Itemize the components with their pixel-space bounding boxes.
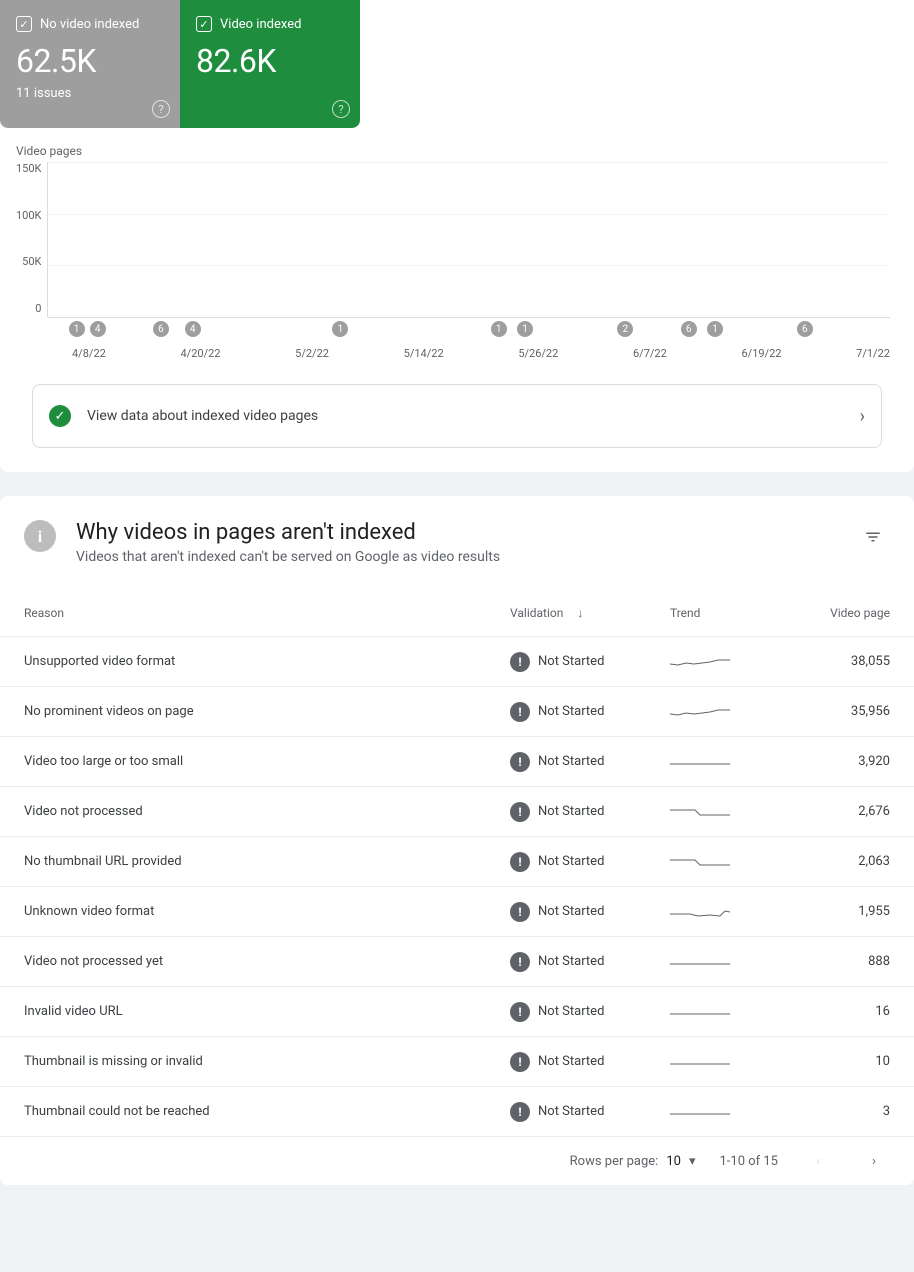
trend-cell: [670, 1002, 790, 1022]
reason-cell: Invalid video URL: [24, 1004, 510, 1019]
reason-cell: Video not processed: [24, 804, 510, 819]
pages-cell: 16: [790, 1004, 890, 1019]
trend-cell: [670, 952, 790, 972]
chevron-right-icon: ›: [860, 406, 865, 427]
table-row[interactable]: Video not processed yet ! Not Started 88…: [0, 937, 914, 987]
validation-cell: ! Not Started: [510, 702, 670, 722]
validation-cell: ! Not Started: [510, 902, 670, 922]
not-started-icon: !: [510, 652, 530, 672]
column-reason[interactable]: Reason: [24, 606, 510, 620]
pages-cell: 2,676: [790, 804, 890, 819]
stat-value: 62.5K: [16, 42, 164, 80]
page-range: 1-10 of 15: [719, 1154, 778, 1169]
trend-cell: [670, 802, 790, 822]
help-icon[interactable]: ?: [152, 100, 170, 118]
trend-cell: [670, 702, 790, 722]
column-pages[interactable]: Video page: [790, 606, 890, 620]
stat-issues: 11 issues: [16, 86, 164, 101]
action-text: View data about indexed video pages: [87, 408, 844, 424]
table-row[interactable]: Unknown video format ! Not Started 1,955: [0, 887, 914, 937]
pages-cell: 38,055: [790, 654, 890, 669]
checkbox-icon: ✓: [196, 16, 212, 32]
stat-value: 82.6K: [196, 42, 344, 80]
rows-per-page-label: Rows per page:: [570, 1154, 659, 1169]
reason-cell: Thumbnail could not be reached: [24, 1104, 510, 1119]
info-icon: i: [24, 520, 56, 552]
not-started-icon: !: [510, 752, 530, 772]
chart-bars: [47, 162, 890, 317]
pages-cell: 888: [790, 954, 890, 969]
column-trend[interactable]: Trend: [670, 606, 790, 620]
pages-cell: 1,955: [790, 904, 890, 919]
reason-cell: No prominent videos on page: [24, 704, 510, 719]
not-started-icon: !: [510, 902, 530, 922]
table-row[interactable]: Video not processed ! Not Started 2,676: [0, 787, 914, 837]
check-circle-icon: ✓: [49, 405, 71, 427]
prev-page-button[interactable]: ‹: [802, 1145, 834, 1177]
column-validation[interactable]: Validation ↓: [510, 606, 670, 620]
trend-cell: [670, 1102, 790, 1122]
table-row[interactable]: No prominent videos on page ! Not Starte…: [0, 687, 914, 737]
checkbox-icon: ✓: [16, 16, 32, 32]
reason-cell: Video too large or too small: [24, 754, 510, 769]
section-title: Why videos in pages aren't indexed: [76, 520, 836, 545]
reason-cell: Unknown video format: [24, 904, 510, 919]
validation-cell: ! Not Started: [510, 752, 670, 772]
stat-card-no-video[interactable]: ✓ No video indexed 62.5K 11 issues ?: [0, 0, 180, 128]
table-row[interactable]: Unsupported video format ! Not Started 3…: [0, 637, 914, 687]
dropdown-icon[interactable]: ▾: [689, 1154, 696, 1169]
validation-cell: ! Not Started: [510, 952, 670, 972]
pages-cell: 2,063: [790, 854, 890, 869]
table-row[interactable]: Video too large or too small ! Not Start…: [0, 737, 914, 787]
not-started-icon: !: [510, 702, 530, 722]
stat-label: Video indexed: [220, 17, 301, 32]
next-page-button[interactable]: ›: [858, 1145, 890, 1177]
pages-cell: 3,920: [790, 754, 890, 769]
chart-markers: 14641112616: [16, 321, 890, 339]
validation-cell: ! Not Started: [510, 852, 670, 872]
trend-cell: [670, 852, 790, 872]
table-row[interactable]: Thumbnail is missing or invalid ! Not St…: [0, 1037, 914, 1087]
chart-x-axis: 4/8/224/20/225/2/225/14/225/26/226/7/226…: [16, 347, 890, 360]
table-header-row: Reason Validation ↓ Trend Video page: [0, 589, 914, 637]
validation-cell: ! Not Started: [510, 1002, 670, 1022]
not-started-icon: !: [510, 952, 530, 972]
validation-cell: ! Not Started: [510, 652, 670, 672]
not-started-icon: !: [510, 1002, 530, 1022]
not-started-icon: !: [510, 1102, 530, 1122]
not-started-icon: !: [510, 1052, 530, 1072]
not-started-icon: !: [510, 802, 530, 822]
table-row[interactable]: Invalid video URL ! Not Started 16: [0, 987, 914, 1037]
filter-icon[interactable]: [856, 520, 890, 558]
trend-cell: [670, 752, 790, 772]
view-indexed-pages-button[interactable]: ✓ View data about indexed video pages ›: [32, 384, 882, 448]
chart-y-axis: 150K100K50K0: [16, 162, 47, 317]
table-footer: Rows per page: 10 ▾ 1-10 of 15 ‹ ›: [0, 1137, 914, 1185]
trend-cell: [670, 652, 790, 672]
rows-per-page-value[interactable]: 10: [666, 1154, 681, 1169]
pages-cell: 35,956: [790, 704, 890, 719]
stat-card-video-indexed[interactable]: ✓ Video indexed 82.6K ?: [180, 0, 360, 128]
table-row[interactable]: Thumbnail could not be reached ! Not Sta…: [0, 1087, 914, 1137]
not-started-icon: !: [510, 852, 530, 872]
trend-cell: [670, 1052, 790, 1072]
reason-cell: Video not processed yet: [24, 954, 510, 969]
chart-title: Video pages: [16, 144, 890, 158]
validation-cell: ! Not Started: [510, 1102, 670, 1122]
stat-label: No video indexed: [40, 17, 139, 32]
reason-cell: No thumbnail URL provided: [24, 854, 510, 869]
validation-cell: ! Not Started: [510, 802, 670, 822]
table-row[interactable]: No thumbnail URL provided ! Not Started …: [0, 837, 914, 887]
pages-cell: 10: [790, 1054, 890, 1069]
validation-cell: ! Not Started: [510, 1052, 670, 1072]
sort-down-icon: ↓: [577, 606, 583, 620]
reason-cell: Unsupported video format: [24, 654, 510, 669]
trend-cell: [670, 902, 790, 922]
section-subtitle: Videos that aren't indexed can't be serv…: [76, 549, 836, 565]
help-icon[interactable]: ?: [332, 100, 350, 118]
reason-cell: Thumbnail is missing or invalid: [24, 1054, 510, 1069]
pages-cell: 3: [790, 1104, 890, 1119]
